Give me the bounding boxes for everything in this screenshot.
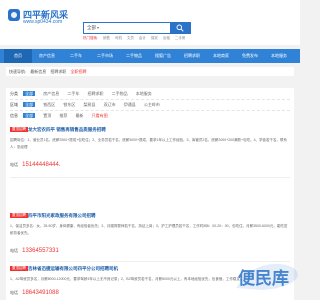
listing-phone: 电话 18643491088 [10, 290, 59, 296]
filter-row-area: 区域 全部 铁西区 铁东区 梨树县 双辽市 伊通县 公主岭市 [10, 101, 167, 109]
nav-item-jobs[interactable]: 招聘求职 [178, 49, 206, 63]
listing-body: 1、保洁员多名：女，25-50岁，身体健康，有经验者优先；2、月嫂育婴师若干名，… [10, 224, 288, 235]
search-icon [176, 24, 184, 32]
status-badge: 置顶招聘 [10, 266, 28, 271]
phone-number[interactable]: 13364557331 [22, 248, 59, 254]
listing-phone: 电话 15144448444. [10, 162, 61, 168]
nav-item-second-hand-market[interactable]: 二手市场 [91, 49, 119, 63]
hot-link[interactable]: 会计 [139, 36, 146, 40]
filter-option[interactable]: 房产信息 [43, 91, 59, 96]
filter-label: 信息 [10, 113, 18, 118]
divider [10, 177, 290, 178]
divider [10, 110, 290, 111]
breadcrumb: 快速导航: 最新信息 招聘求职 全职招聘 [6, 67, 294, 76]
chevron-down-icon[interactable]: ▾ [97, 25, 99, 30]
hot-link[interactable]: 销售 [103, 36, 110, 40]
filter-option[interactable]: 置顶 [43, 113, 51, 118]
hot-link[interactable]: 保安 [151, 36, 158, 40]
filter-option[interactable]: 全部 [23, 102, 36, 107]
filter-row-category: 分类 全部 房产信息 二手车 招聘求职 二手物品 本地服务 [10, 90, 159, 98]
filter-option[interactable]: 推荐 [59, 113, 67, 118]
filter-option[interactable]: 公主岭市 [144, 102, 160, 107]
search-bar: 全部 ▾ [83, 22, 191, 34]
watermark: 便民库 [232, 250, 302, 300]
main-nav: 首页 房产信息 二手车 二手市场 二手物品 搜狐广告 招聘求职 本地商家 免费发… [0, 49, 300, 63]
nav-item-local-business[interactable]: 本地商家 [207, 49, 235, 63]
phone-number[interactable]: 15144448444. [22, 162, 60, 168]
filter-row-info: 信息 全部 置顶 推荐 最新 只看有图 [10, 112, 115, 120]
breadcrumb-item[interactable]: 招聘求职 [50, 69, 66, 74]
hot-link[interactable]: 出租 [163, 36, 170, 40]
filter-label: 区域 [10, 102, 18, 107]
phone-label: 电话 [10, 290, 18, 295]
watermark-text: 便民库 [238, 269, 289, 288]
filter-option[interactable]: 招聘求职 [88, 91, 104, 96]
filter-option[interactable]: 双辽市 [104, 102, 116, 107]
filter-option[interactable]: 铁东区 [63, 102, 75, 107]
filter-option[interactable]: 全部 [23, 91, 36, 96]
hot-link[interactable]: 二手房 [175, 36, 186, 40]
logo-icon [8, 9, 20, 21]
filter-option[interactable]: 二手车 [67, 91, 79, 96]
nav-item-property[interactable]: 房产信息 [33, 49, 61, 63]
listing-title[interactable]: 龙大宏农四平 销售再销售品质服务招聘 [28, 127, 106, 133]
filter-option[interactable]: 伊通县 [124, 102, 136, 107]
filter-option[interactable]: 本地服务 [136, 91, 152, 96]
listing-title[interactable]: 吉林省迅捷运输有限公司四平分公司招聘司机 [28, 266, 118, 272]
site-logo[interactable]: 四平新风采 www.sp0434.com [8, 8, 68, 32]
filter-option[interactable]: 二手物品 [112, 91, 128, 96]
hot-link[interactable]: 文员 [127, 36, 134, 40]
hot-link[interactable]: 司机 [115, 36, 122, 40]
listing-phone: 电话 13364557331 [10, 248, 59, 254]
phone-label: 电话 [10, 162, 18, 167]
header: 四平新风采 www.sp0434.com 全部 ▾ 热门搜索: 销售 司机 文员… [0, 0, 300, 45]
filter-label: 分类 [10, 91, 18, 96]
status-badge: 置顶招聘 [10, 127, 28, 132]
search-button[interactable] [170, 23, 190, 33]
nav-item-free-post[interactable]: 免费发布 [236, 49, 264, 63]
divider [10, 99, 290, 100]
site-url: www.sp0434.com [23, 19, 63, 25]
filter-option[interactable]: 最新 [76, 113, 84, 118]
phone-label: 电话 [10, 248, 18, 253]
breadcrumb-prefix: 快速导航: [9, 69, 27, 74]
filter-panel: 分类 全部 房产信息 二手车 招聘求职 二手物品 本地服务 区域 全部 铁西区 … [6, 88, 294, 123]
breadcrumb-current: 全职招聘 [70, 69, 87, 74]
nav-item-home[interactable]: 首页 [4, 49, 32, 63]
listing-body: 招聘岗位：1、营业员1名，底薪2500+提成+包吃住；2、业务员若干名，底薪30… [10, 138, 288, 149]
listing-title[interactable]: 四平市阳光家政服务有限公司招聘 [28, 213, 96, 219]
status-badge: 置顶招聘 [10, 213, 28, 218]
nav-item-second-hand-goods[interactable]: 二手物品 [120, 49, 148, 63]
hot-label: 热门搜索: [83, 36, 98, 40]
nav-item-local-services[interactable]: 本地服务 [265, 49, 293, 63]
filter-option-with-images[interactable]: 只看有图 [92, 113, 108, 118]
search-category[interactable]: 全部 [87, 25, 96, 31]
nav-item-used-cars[interactable]: 二手车 [62, 49, 90, 63]
filter-option[interactable]: 全部 [23, 113, 36, 118]
hot-searches: 热门搜索: 销售 司机 文员 会计 保安 出租 二手房 [83, 36, 233, 41]
filter-option[interactable]: 梨树县 [84, 102, 96, 107]
breadcrumb-item[interactable]: 最新信息 [30, 69, 46, 74]
search-input[interactable] [104, 24, 168, 32]
nav-item-ads[interactable]: 搜狐广告 [149, 49, 177, 63]
phone-number[interactable]: 18643491088 [22, 290, 59, 296]
filter-option[interactable]: 铁西区 [43, 102, 55, 107]
